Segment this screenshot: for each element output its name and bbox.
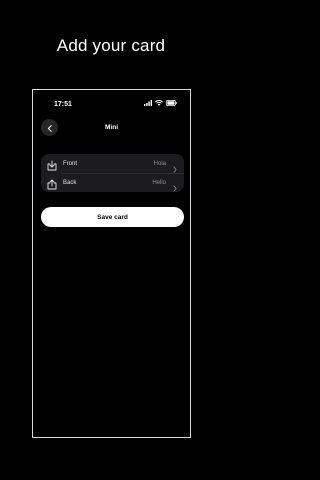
card-side-value: Hola xyxy=(153,160,166,167)
card-side-row-back[interactable]: Back Hello xyxy=(41,173,184,192)
status-bar: 17:51 xyxy=(33,90,190,110)
navigation-bar: Mini xyxy=(33,119,190,137)
wifi-icon xyxy=(155,100,163,106)
screen-title: Mini xyxy=(105,124,118,131)
save-card-button[interactable]: Save card xyxy=(41,207,184,227)
battery-icon xyxy=(166,100,177,106)
upload-tray-icon xyxy=(47,177,57,190)
status-time: 17:51 xyxy=(54,101,72,108)
status-icons xyxy=(144,100,177,106)
card-side-value: Hello xyxy=(152,179,166,186)
chevron-right-icon xyxy=(173,179,177,192)
card-sides-list: Front Hola Back Hello xyxy=(41,154,184,192)
page-headline: Add your card xyxy=(56,36,166,55)
download-tray-icon xyxy=(47,158,57,171)
app-screen: Add your card 17:51 Mini Front Hola Back… xyxy=(0,0,222,480)
signal-icon xyxy=(144,100,152,106)
card-side-row-front[interactable]: Front Hola xyxy=(41,154,184,173)
card-side-label: Front xyxy=(63,160,78,167)
phone-frame: 17:51 Mini Front Hola Back Hello Save ca… xyxy=(32,89,191,438)
card-side-label: Back xyxy=(63,179,77,186)
